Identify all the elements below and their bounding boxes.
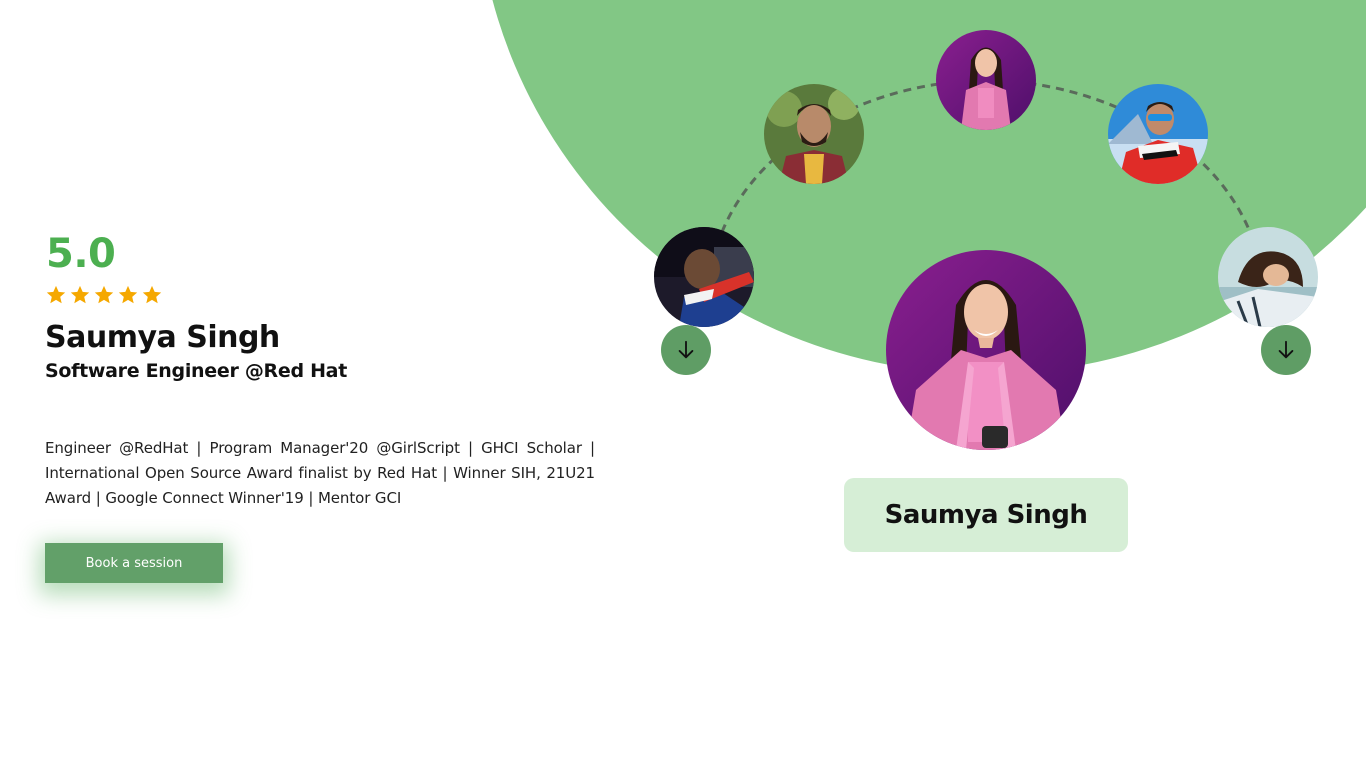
mentor-avatar-2[interactable]	[764, 84, 864, 184]
avatar-photo	[886, 250, 1086, 450]
star-icon	[142, 285, 162, 304]
star-icon	[46, 285, 66, 304]
mentor-bio: Engineer @RedHat | Program Manager'20 @G…	[45, 439, 595, 507]
profile-summary: 5.0 Saumya Singh Software Engineer @Red …	[45, 228, 595, 511]
mentor-avatar-3[interactable]	[936, 30, 1036, 130]
selected-mentor-name-card: Saumya Singh	[844, 478, 1128, 552]
avatar-photo	[1218, 227, 1318, 327]
selected-mentor-avatar	[886, 250, 1086, 450]
carousel-prev-button[interactable]	[661, 325, 711, 375]
avatar-photo	[1108, 84, 1208, 184]
mentor-avatar-5[interactable]	[1218, 227, 1318, 327]
mentor-profile-page: 5.0 Saumya Singh Software Engineer @Red …	[0, 0, 1366, 768]
avatar-photo	[936, 30, 1036, 130]
star-icon	[70, 285, 90, 304]
rating-stars	[45, 284, 595, 310]
mentor-name: Saumya Singh	[45, 320, 280, 355]
mentor-avatar-1[interactable]	[654, 227, 754, 327]
arrow-down-icon	[1278, 340, 1294, 359]
rating-value: 5.0	[46, 231, 116, 277]
avatar-photo	[764, 84, 864, 184]
star-icon	[94, 285, 114, 304]
mentor-avatar-4[interactable]	[1108, 84, 1208, 184]
carousel-next-button[interactable]	[1261, 325, 1311, 375]
mentor-role: Software Engineer @Red Hat	[45, 360, 347, 382]
avatar-photo	[654, 227, 754, 327]
book-session-button[interactable]: Book a session	[45, 543, 223, 583]
selected-mentor-name: Saumya Singh	[884, 500, 1088, 530]
star-icon	[118, 285, 138, 304]
arrow-down-icon	[678, 340, 694, 359]
